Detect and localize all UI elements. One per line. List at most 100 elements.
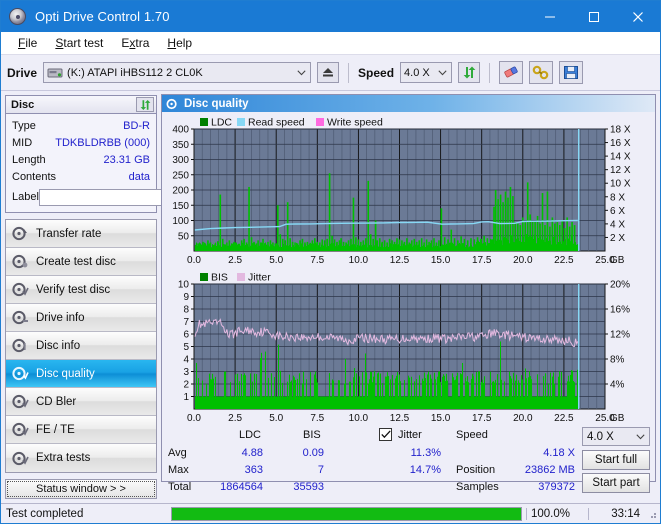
drive-icon bbox=[47, 68, 63, 77]
menu-extra[interactable]: Extra bbox=[112, 34, 158, 52]
start-part-button[interactable]: Start part bbox=[582, 473, 650, 493]
svg-text:16 X: 16 X bbox=[610, 138, 631, 149]
status-window-label: Status window > > bbox=[36, 483, 126, 495]
status-text: Test completed bbox=[6, 507, 84, 520]
sidebar: Disc Type BD-R MID TDKBLDRBB (000) Lengt… bbox=[1, 91, 242, 499]
sidebar-item-label: Disc quality bbox=[36, 367, 95, 380]
svg-text:9: 9 bbox=[183, 292, 189, 303]
disc-info-icon bbox=[12, 338, 26, 353]
sidebar-item-extra-tests[interactable]: Extra tests bbox=[6, 444, 156, 472]
save-button[interactable] bbox=[559, 61, 584, 84]
chevron-down-icon[interactable] bbox=[631, 433, 649, 440]
svg-text:12%: 12% bbox=[610, 330, 630, 341]
sidebar-item-disc-quality[interactable]: Disc quality bbox=[6, 360, 156, 388]
toolbar: Drive (K:) ATAPI iHBS112 2 CL0K Speed 4.… bbox=[1, 55, 660, 91]
svg-text:20%: 20% bbox=[610, 280, 630, 291]
refresh-icon bbox=[140, 99, 150, 110]
svg-text:6 X: 6 X bbox=[610, 206, 625, 217]
eject-button[interactable] bbox=[317, 62, 340, 83]
jitter-checkbox[interactable] bbox=[379, 428, 392, 441]
disc-panel-header: Disc bbox=[6, 96, 156, 114]
sidebar-item-disc-info[interactable]: Disc info bbox=[6, 332, 156, 360]
svg-text:8%: 8% bbox=[610, 355, 625, 366]
menu-help[interactable]: Help bbox=[158, 34, 201, 52]
refresh-button[interactable] bbox=[458, 62, 481, 83]
sidebar-item-label: CD Bler bbox=[36, 395, 77, 408]
close-button[interactable] bbox=[616, 1, 660, 32]
resize-grip-icon[interactable] bbox=[646, 508, 658, 520]
disc-panel: Disc Type BD-R MID TDKBLDRBB (000) Lengt… bbox=[5, 95, 242, 213]
avg-bis-value: 0.09 bbox=[302, 447, 324, 459]
svg-text:Read speed: Read speed bbox=[248, 117, 305, 129]
avg-jitter-value: 11.3% bbox=[410, 447, 441, 459]
drive-label: Drive bbox=[7, 65, 38, 80]
speed-select[interactable]: 4.0 X bbox=[400, 62, 453, 83]
svg-text:2: 2 bbox=[183, 380, 189, 391]
svg-text:0.0: 0.0 bbox=[187, 255, 201, 266]
refresh-icon bbox=[463, 66, 475, 79]
sidebar-item-label: Drive info bbox=[36, 311, 85, 324]
menu-file[interactable]: File bbox=[9, 34, 46, 52]
svg-text:15.0: 15.0 bbox=[431, 413, 451, 424]
speed-label: Speed bbox=[358, 65, 395, 80]
title-bar: Opti Drive Control 1.70 bbox=[1, 1, 660, 32]
sidebar-item-transfer-rate[interactable]: Transfer rate bbox=[6, 220, 156, 248]
svg-text:8: 8 bbox=[183, 305, 189, 316]
menu-bar: File Start test Extra Help bbox=[1, 32, 660, 55]
chevron-down-icon[interactable] bbox=[293, 69, 310, 76]
svg-text:1: 1 bbox=[183, 392, 189, 403]
position-value: 23862 MB bbox=[524, 464, 575, 476]
charts: 50 100 150 200 250 300 350 400 2 X 4 X 6 X 8 X 10 X 1… bbox=[162, 112, 655, 425]
disc-transfer-icon bbox=[12, 226, 27, 241]
speed-stat-label: Speed bbox=[456, 429, 488, 441]
sidebar-item-cd-bler[interactable]: CD Bler bbox=[6, 388, 156, 416]
sidebar-item-verify-test-disc[interactable]: Verify test disc bbox=[6, 276, 156, 304]
svg-text:22.5: 22.5 bbox=[554, 413, 574, 424]
minimize-button[interactable] bbox=[528, 1, 572, 32]
check-icon bbox=[380, 430, 391, 439]
save-icon bbox=[564, 66, 579, 79]
svg-text:GB: GB bbox=[610, 413, 625, 424]
svg-text:300: 300 bbox=[172, 155, 189, 166]
disc-label-row: Label bbox=[12, 186, 242, 208]
svg-text:2.5: 2.5 bbox=[228, 255, 242, 266]
cd-bler-icon bbox=[12, 394, 29, 409]
max-jitter-value: 14.7% bbox=[409, 464, 441, 476]
sidebar-item-create-test-disc[interactable]: Create test disc bbox=[6, 248, 156, 276]
disc-row-key: Type bbox=[12, 119, 36, 132]
drive-info-icon bbox=[12, 310, 28, 325]
disc-row-type: Type BD-R bbox=[12, 117, 150, 134]
disc-refresh-button[interactable] bbox=[136, 97, 154, 112]
disc-create-icon bbox=[12, 254, 28, 269]
window-controls bbox=[528, 1, 660, 32]
svg-text:10.0: 10.0 bbox=[349, 413, 369, 424]
svg-text:3: 3 bbox=[183, 367, 189, 378]
svg-text:16%: 16% bbox=[610, 305, 630, 316]
extra-tests-icon bbox=[12, 451, 29, 465]
svg-text:LDC: LDC bbox=[211, 117, 232, 129]
svg-text:150: 150 bbox=[172, 201, 189, 212]
svg-text:15.0: 15.0 bbox=[431, 255, 451, 266]
sidebar-item-drive-info[interactable]: Drive info bbox=[6, 304, 156, 332]
jitter-label: Jitter bbox=[398, 429, 422, 441]
tools-button[interactable] bbox=[529, 61, 554, 84]
chevron-down-icon[interactable] bbox=[434, 69, 451, 76]
erase-button[interactable] bbox=[499, 61, 524, 84]
speed-select-bottom[interactable]: 4.0 X bbox=[582, 427, 650, 446]
sidebar-item-label: Create test disc bbox=[36, 255, 116, 268]
menu-start-test[interactable]: Start test bbox=[46, 34, 112, 52]
svg-text:400: 400 bbox=[172, 125, 189, 136]
start-full-button[interactable]: Start full bbox=[582, 450, 650, 470]
maximize-button[interactable] bbox=[572, 1, 616, 32]
drive-select[interactable]: (K:) ATAPI iHBS112 2 CL0K bbox=[43, 62, 312, 83]
svg-text:4 X: 4 X bbox=[610, 219, 625, 230]
drive-value: (K:) ATAPI iHBS112 2 CL0K bbox=[67, 66, 203, 79]
svg-text:7.5: 7.5 bbox=[310, 413, 324, 424]
sidebar-item-fe-te[interactable]: FE / TE bbox=[6, 416, 156, 444]
samples-label: Samples bbox=[456, 481, 499, 493]
svg-text:0.0: 0.0 bbox=[187, 413, 201, 424]
disc-row-key: Length bbox=[12, 153, 46, 166]
speed-select-value: 4.0 X bbox=[587, 430, 614, 443]
row-label-avg: Avg bbox=[168, 447, 187, 459]
status-window-button[interactable]: Status window > > bbox=[5, 479, 157, 499]
